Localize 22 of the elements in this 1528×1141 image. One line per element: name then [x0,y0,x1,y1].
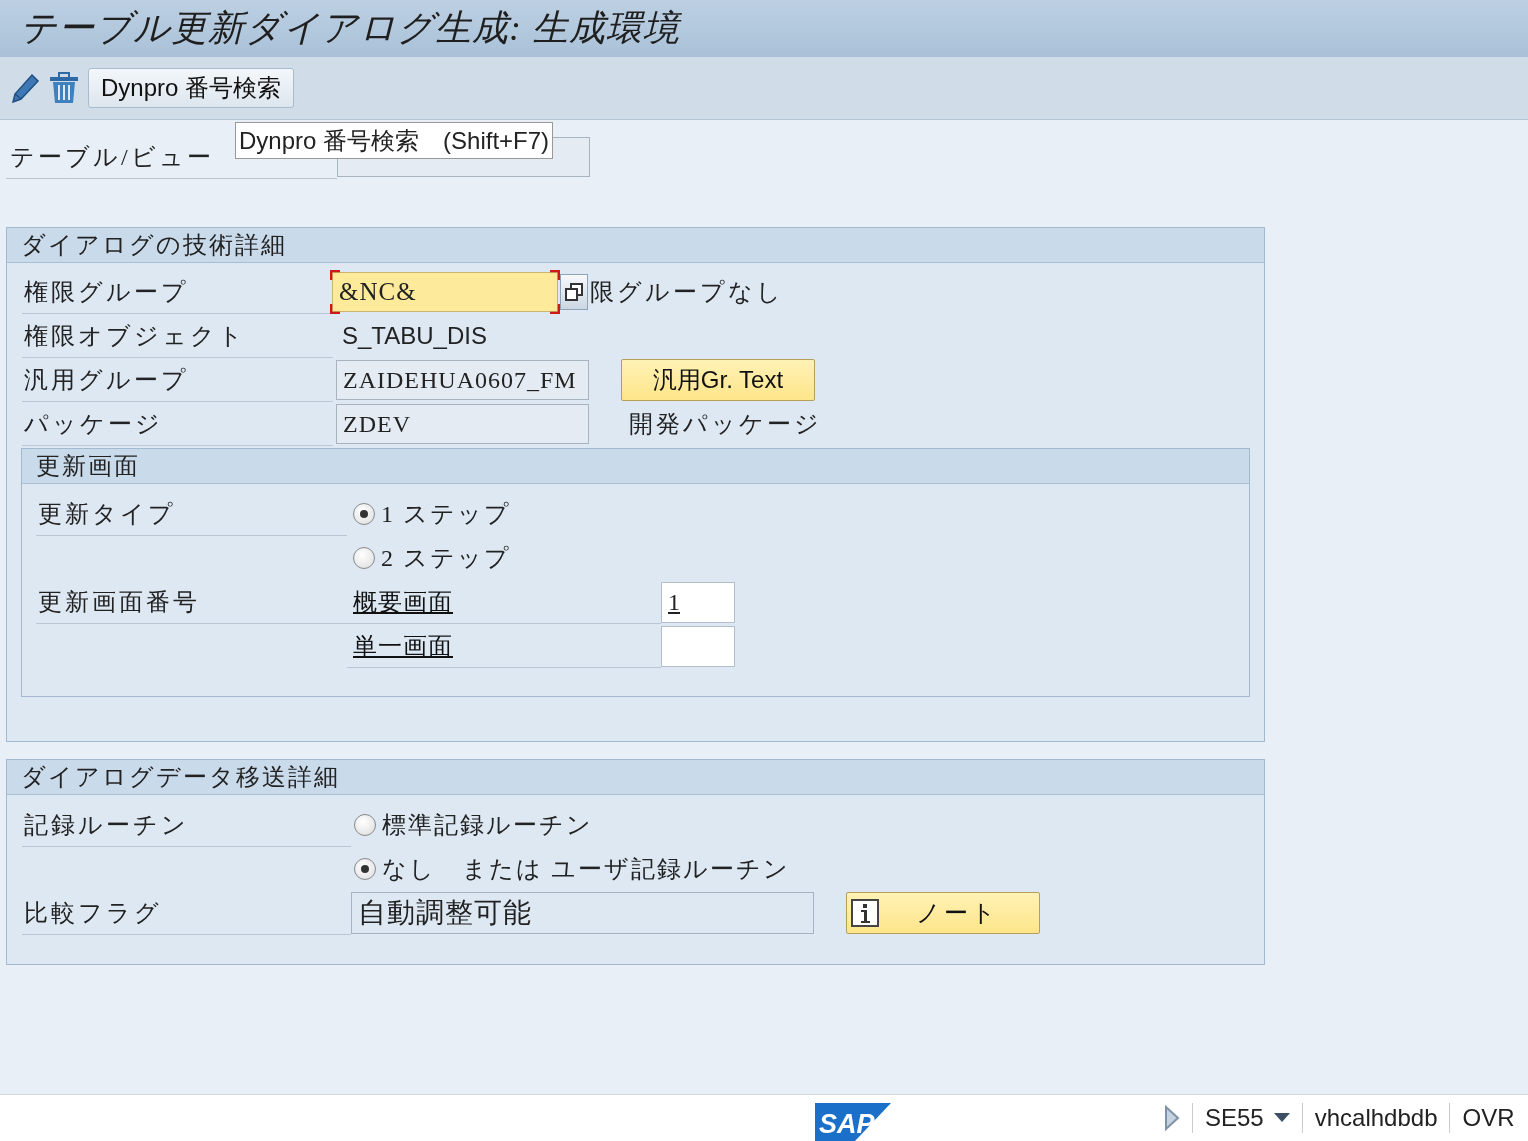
radio-label: 標準記録ルーチン [382,811,593,840]
window-title: テーブル更新ダイアログ生成: 生成環境 [0,0,1528,57]
group-title: ダイアログの技術詳細 [7,228,1264,263]
radio-label: 2 ステップ [381,544,511,573]
field-label: 権限オブジェクト [22,314,333,358]
system-name: vhcalhdbdb [1314,1104,1438,1132]
transaction-code: SE55 [1205,1104,1264,1132]
description-text: 開発パッケージ [629,410,822,439]
radio-label: なし または ユーザ記録ルーチン [382,855,790,884]
field-label: 記録ルーチン [22,803,351,847]
radio-label: 1 ステップ [381,500,511,529]
field-label: 汎用グループ [22,358,333,402]
group-title: ダイアログデータ移送詳細 [7,760,1264,795]
field-label: パッケージ [22,402,333,446]
tooltip: Dynpro 番号検索 (Shift+F7) [235,122,554,159]
description-text: 限グループなし [590,278,784,307]
field-value: S_TABU_DIS [341,322,487,350]
input-mode: OVR [1462,1104,1515,1132]
field-label: 更新画面番号 [36,580,347,624]
group-title: 更新画面 [22,449,1249,484]
field-label: 更新タイプ [36,492,347,536]
sap-logo: SAP [815,1103,891,1141]
